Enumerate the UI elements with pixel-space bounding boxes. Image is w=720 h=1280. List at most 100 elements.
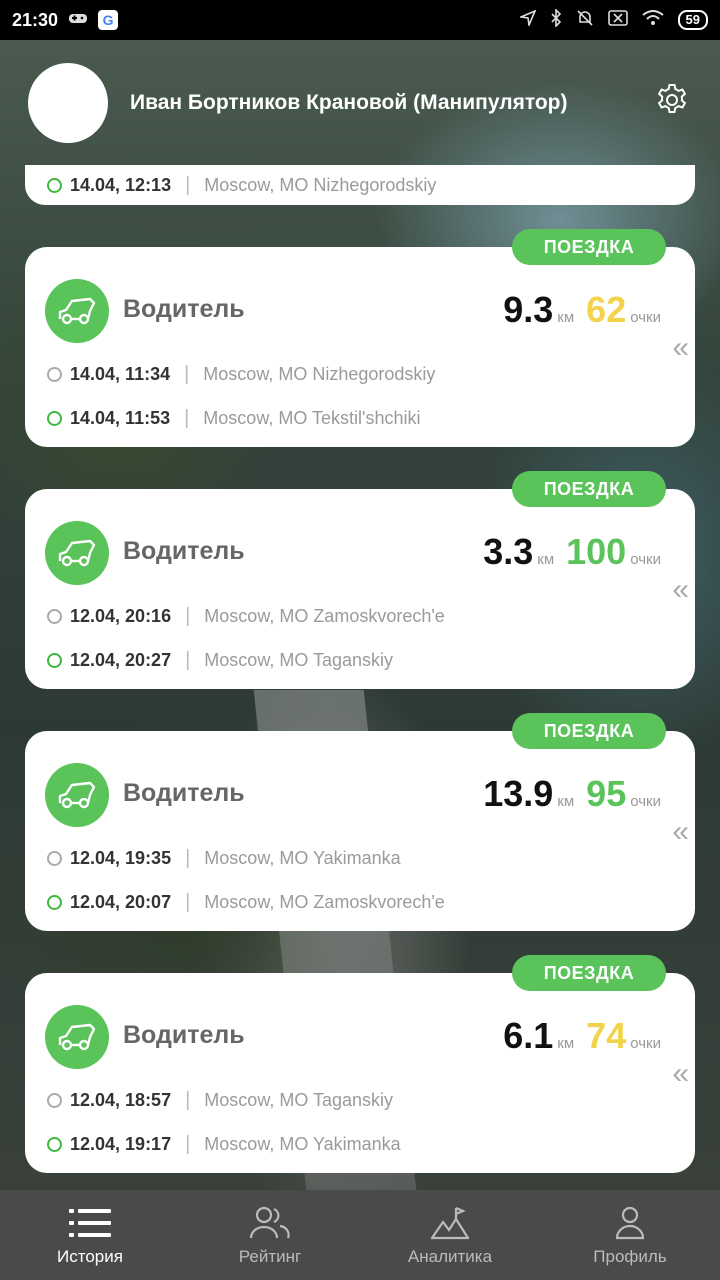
trip-end-time: 14.04, 11:53 — [70, 408, 171, 428]
trip-start-address: Moscow, MO Nizhegorodskiy — [203, 364, 436, 384]
trip-card[interactable]: ПОЕЗДКА Водитель 9.3 км 62 очки « 14.04, 11:34 |… — [25, 229, 695, 447]
swipe-chevron-icon[interactable]: « — [672, 575, 689, 605]
trip-type-badge: ПОЕЗДКА — [512, 713, 666, 749]
trip-card-partial[interactable]: 14.04, 12:13 | Moscow, MO Nizhegorodskiy — [25, 165, 695, 205]
distance-unit: км — [537, 551, 555, 568]
trip-start-time: 14.04, 11:34 — [70, 364, 171, 384]
trip-start-row: 14.04, 11:34 | Moscow, MO Nizhegorodskiy — [47, 363, 435, 386]
trip-end-address: Moscow, MO Nizhegorodskiy — [204, 174, 437, 195]
person-icon — [615, 1203, 645, 1243]
sim-off-icon — [607, 9, 628, 31]
end-point-icon — [47, 411, 62, 426]
start-point-icon — [47, 1093, 62, 1108]
trip-end-row: 12.04, 19:17 | Moscow, MO Yakimanka — [47, 1133, 401, 1156]
points-unit: очки — [630, 551, 661, 568]
nav-rating-label: Рейтинг — [238, 1247, 302, 1266]
swipe-chevron-icon[interactable]: « — [672, 333, 689, 363]
bell-off-icon — [576, 9, 594, 32]
trip-end-address: Moscow, MO Tekstil'shchiki — [203, 408, 421, 428]
car-icon — [45, 279, 109, 343]
trip-end-time: 14.04, 12:13 — [70, 174, 172, 195]
trip-start-time: 12.04, 18:57 — [70, 1090, 172, 1110]
trip-type-badge: ПОЕЗДКА — [512, 229, 666, 265]
trip-start-row: 12.04, 19:35 | Moscow, MO Yakimanka — [47, 847, 401, 870]
distance-unit: км — [557, 1035, 575, 1052]
trip-card[interactable]: ПОЕЗДКА Водитель 6.1 км 74 очки « 12.04, 18:57 |… — [25, 955, 695, 1173]
swipe-chevron-icon[interactable]: « — [672, 817, 689, 847]
nav-profile-label: Профиль — [593, 1247, 667, 1266]
trip-end-address: Moscow, MO Zamoskvorech'e — [204, 892, 445, 912]
trip-distance: 3.3 — [483, 531, 534, 572]
trip-points: 74 — [586, 1015, 627, 1056]
trip-start-time: 12.04, 20:16 — [70, 606, 172, 626]
trip-end-time: 12.04, 20:07 — [70, 892, 172, 912]
points-unit: очки — [630, 1035, 661, 1052]
trip-end-time: 12.04, 19:17 — [70, 1134, 172, 1154]
list-icon — [69, 1203, 111, 1243]
profile-header: Иван Бортников Крановой (Манипулятор) — [0, 40, 720, 165]
trip-start-address: Moscow, MO Zamoskvorech'e — [204, 606, 445, 626]
distance-unit: км — [557, 793, 575, 810]
trip-role: Водитель — [123, 295, 245, 323]
trip-card[interactable]: ПОЕЗДКА Водитель 13.9 км 95 очки « 12.04, 19:35… — [25, 713, 695, 931]
users-icon — [250, 1203, 290, 1243]
wifi-icon — [641, 9, 664, 31]
car-icon — [45, 521, 109, 585]
status-bar: 21:30 G 59 — [0, 0, 720, 40]
settings-button[interactable] — [652, 83, 692, 123]
trip-type-badge: ПОЕЗДКА — [512, 471, 666, 507]
status-time: 21:30 — [12, 9, 59, 30]
car-icon — [45, 1005, 109, 1069]
nav-history-label: История — [57, 1247, 123, 1266]
start-point-icon — [47, 367, 62, 382]
nav-analytics[interactable]: Аналитика — [360, 1190, 540, 1280]
separator: | — [184, 363, 190, 385]
separator: | — [185, 847, 191, 869]
gear-icon — [654, 82, 690, 123]
bottom-navigation: История Рейтинг Аналитика Профиль — [0, 1190, 720, 1280]
trip-role: Водитель — [123, 537, 245, 565]
mountain-flag-icon — [431, 1203, 469, 1243]
avatar[interactable] — [28, 62, 108, 143]
trip-start-row: 12.04, 18:57 | Moscow, MO Taganskiy — [47, 1089, 393, 1112]
end-point-icon — [47, 653, 62, 668]
swipe-chevron-icon[interactable]: « — [672, 1059, 689, 1089]
trip-start-time: 12.04, 19:35 — [70, 848, 172, 868]
trip-role: Водитель — [123, 1021, 245, 1049]
trip-end-time: 12.04, 20:27 — [70, 650, 172, 670]
trip-points: 100 — [566, 531, 627, 572]
trip-distance: 6.1 — [503, 1015, 554, 1056]
trip-distance: 9.3 — [503, 289, 554, 330]
trip-end-address: Moscow, MO Taganskiy — [204, 650, 394, 670]
nav-rating[interactable]: Рейтинг — [180, 1190, 360, 1280]
separator: | — [185, 1089, 191, 1111]
trip-points: 62 — [586, 289, 627, 330]
trip-role: Водитель — [123, 779, 245, 807]
trip-end-row: 14.04, 11:53 | Moscow, MO Tekstil'shchiki — [47, 407, 420, 430]
end-point-icon — [47, 895, 62, 910]
separator: | — [185, 1133, 191, 1155]
end-point-icon — [47, 177, 62, 193]
trip-type-badge: ПОЕЗДКА — [512, 955, 666, 991]
trip-start-address: Moscow, MO Taganskiy — [204, 1090, 394, 1110]
end-point-icon — [47, 1137, 62, 1152]
points-unit: очки — [630, 793, 661, 810]
bluetooth-icon — [550, 7, 562, 32]
user-name: Иван Бортников Крановой (Манипулятор) — [130, 90, 568, 114]
separator: | — [184, 407, 190, 429]
trip-end-address: Moscow, MO Yakimanka — [204, 1134, 401, 1154]
gamepad-icon — [68, 11, 88, 30]
start-point-icon — [47, 851, 62, 866]
trip-stats: 9.3 км 62 очки — [503, 289, 661, 331]
battery-indicator: 59 — [677, 10, 708, 30]
trip-stats: 13.9 км 95 очки — [483, 773, 661, 815]
car-icon — [45, 763, 109, 827]
trip-card[interactable]: ПОЕЗДКА Водитель 3.3 км 100 очки « 12.04, 20:16… — [25, 471, 695, 689]
points-unit: очки — [630, 309, 661, 326]
location-arrow-icon — [517, 8, 537, 31]
separator: | — [185, 891, 191, 913]
distance-unit: км — [557, 309, 575, 326]
nav-history[interactable]: История — [0, 1190, 180, 1280]
nav-analytics-label: Аналитика — [407, 1247, 493, 1266]
nav-profile[interactable]: Профиль — [540, 1190, 720, 1280]
